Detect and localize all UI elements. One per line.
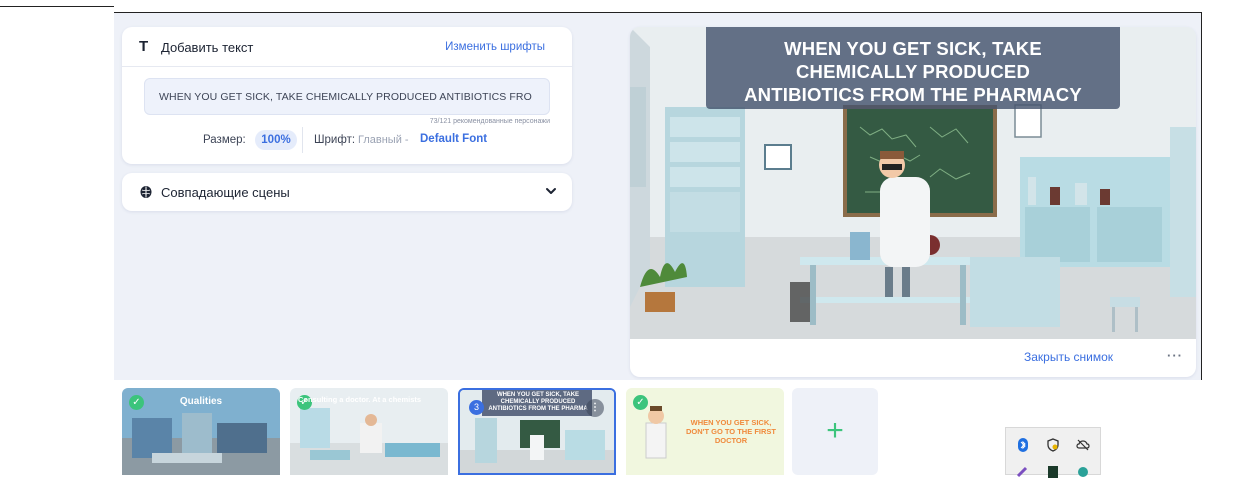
- add-scene-button[interactable]: +: [792, 388, 878, 475]
- font-select[interactable]: Default Font: [420, 133, 487, 145]
- scene-thumbnail[interactable]: ✓ WHEN YOU GET SICK, DON'T GO TO THE FIR…: [626, 388, 784, 475]
- scene-title: WHEN YOU GET SICK, DON'T GO TO THE FIRST…: [686, 418, 776, 445]
- scene-thumbnail[interactable]: ✓ Consulting a doctor. At a chemists: [290, 388, 448, 475]
- divider: [302, 127, 303, 153]
- chevron-down-icon[interactable]: [544, 184, 558, 198]
- app-window: T Добавить текст Изменить шрифты WHEN YO…: [0, 0, 1257, 478]
- text-icon: T: [139, 38, 149, 55]
- pen-icon[interactable]: [1016, 464, 1030, 478]
- bluetooth-icon[interactable]: [1016, 438, 1030, 452]
- scene-timeline: ✓ Qualities ✓ Consulting a doctor. At a …: [114, 380, 1244, 478]
- font-sub-label: Главный -: [358, 134, 409, 146]
- scene-menu-icon[interactable]: ⋮: [586, 399, 604, 417]
- scene-title: WHEN YOU GET SICK, TAKE CHEMICALLY PRODU…: [488, 392, 588, 412]
- scene-preview-panel: WHEN YOU GET SICK, TAKE CHEMICALLY PRODU…: [630, 27, 1196, 377]
- top-divider: [0, 6, 114, 7]
- char-count: 73/121 рекомендованные персонажи: [429, 118, 550, 125]
- add-text-title: Добавить текст: [161, 40, 254, 55]
- matching-scenes-label: Совпадающие сцены: [161, 185, 290, 200]
- close-snapshot-button[interactable]: Закрыть снимок: [1024, 350, 1113, 364]
- scene-title: Qualities: [179, 396, 223, 407]
- scene-title: Consulting a doctor. At a chemists: [298, 395, 422, 404]
- size-value-button[interactable]: 100%: [255, 130, 297, 150]
- add-text-header: T Добавить текст Изменить шрифты: [122, 27, 572, 67]
- caption-line: ANTIBIOTICS FROM THE PHARMACY: [744, 84, 1082, 105]
- matching-scenes-toggle[interactable]: Совпадающие сцены: [122, 173, 572, 211]
- app-tray-icon[interactable]: [1046, 464, 1060, 478]
- brain-icon: [140, 186, 152, 198]
- scene-number-badge: 3: [469, 400, 484, 415]
- caption-line: WHEN YOU GET SICK, TAKE: [784, 38, 1042, 59]
- plus-icon: +: [826, 414, 844, 447]
- scene-thumbnail-selected[interactable]: WHEN YOU GET SICK, TAKE CHEMICALLY PRODU…: [458, 388, 616, 475]
- check-icon: ✓: [633, 395, 648, 410]
- caption-line: CHEMICALLY PRODUCED: [795, 61, 1031, 82]
- font-label: Шрифт:: [314, 134, 356, 146]
- scene-text-input[interactable]: WHEN YOU GET SICK, TAKE CHEMICALLY PRODU…: [144, 78, 550, 115]
- scene-editor: T Добавить текст Изменить шрифты WHEN YO…: [114, 12, 1202, 380]
- network-icon[interactable]: [1076, 464, 1090, 478]
- preview-caption: WHEN YOU GET SICK, TAKE CHEMICALLY PRODU…: [706, 27, 1120, 109]
- system-tray-popup: [1005, 427, 1101, 478]
- cloud-off-icon[interactable]: [1076, 438, 1090, 452]
- add-text-panel: T Добавить текст Изменить шрифты WHEN YO…: [122, 27, 572, 164]
- change-fonts-link[interactable]: Изменить шрифты: [445, 41, 545, 53]
- security-shield-icon[interactable]: [1046, 438, 1060, 452]
- scene-thumbnail[interactable]: ✓ Qualities: [122, 388, 280, 475]
- more-options-icon[interactable]: ···: [1167, 348, 1183, 363]
- size-label: Размер:: [203, 134, 246, 146]
